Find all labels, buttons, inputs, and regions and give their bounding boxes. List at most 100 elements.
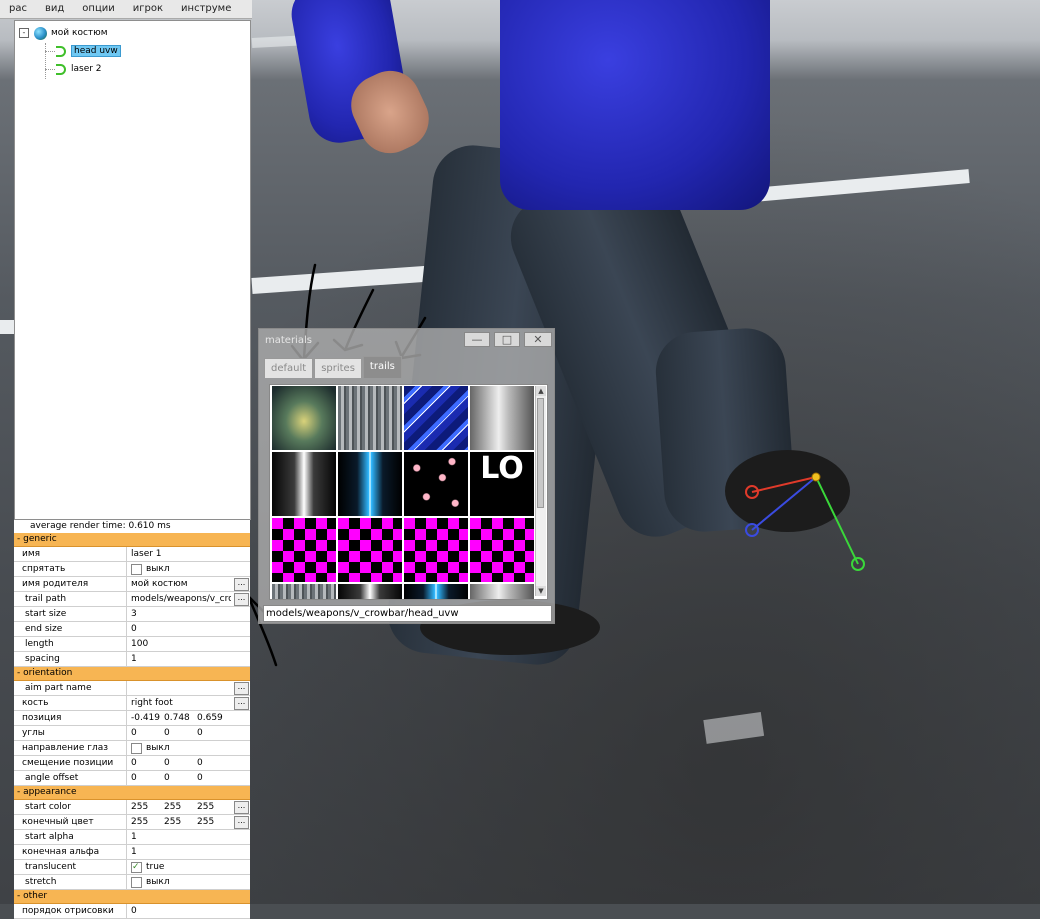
- start-color-picker-button[interactable]: ...: [234, 801, 249, 814]
- prop-value[interactable]: 3: [131, 607, 137, 621]
- material-thumbnail[interactable]: [470, 386, 534, 450]
- angle-r[interactable]: 0: [197, 726, 230, 740]
- end-color-b[interactable]: 255: [197, 815, 230, 829]
- maximize-button[interactable]: □: [494, 332, 520, 347]
- menu-item-view[interactable]: вид: [36, 0, 73, 18]
- prop-stretch: stretch выкл: [14, 875, 250, 890]
- prop-value[interactable]: 0: [131, 904, 137, 918]
- material-thumbnail[interactable]: [404, 584, 468, 599]
- material-thumbnail[interactable]: [404, 452, 468, 516]
- menu-item-player[interactable]: игрок: [124, 0, 172, 18]
- prop-value[interactable]: 0: [131, 622, 137, 636]
- position-x[interactable]: -0.419: [131, 711, 164, 725]
- section-orientation[interactable]: - orientation: [14, 667, 250, 681]
- material-thumbnail[interactable]: [404, 518, 468, 582]
- start-color-b[interactable]: 255: [197, 800, 230, 814]
- material-thumbnail[interactable]: [338, 584, 402, 599]
- materials-window: materials — □ ✕ default sprites trails L…: [258, 328, 555, 624]
- material-thumbnail[interactable]: [470, 584, 534, 599]
- stretch-checkbox[interactable]: [131, 876, 142, 888]
- tree-node-head-uvw[interactable]: head uvw: [55, 43, 121, 59]
- name-field[interactable]: laser 1: [127, 547, 250, 561]
- material-path-input[interactable]: models/weapons/v_crowbar/head_uvw: [263, 605, 552, 622]
- window-title: materials: [265, 335, 312, 346]
- close-button[interactable]: ✕: [524, 332, 552, 347]
- angle-p[interactable]: 0: [131, 726, 164, 740]
- prop-value[interactable]: 1: [131, 845, 137, 859]
- material-thumbnail[interactable]: [470, 518, 534, 582]
- material-thumbnail[interactable]: [338, 452, 402, 516]
- prop-position-offset: смещение позиции 000: [14, 756, 250, 771]
- tab-sprites[interactable]: sprites: [314, 358, 362, 378]
- scroll-down-icon[interactable]: ▼: [536, 586, 546, 596]
- section-other[interactable]: - other: [14, 890, 250, 904]
- render-time-label: average render time: 0.610 ms: [14, 520, 250, 533]
- trail-part-icon: [55, 63, 67, 75]
- prop-value[interactable]: models/weapons/v_crowbar/head_uvw: [131, 592, 231, 606]
- prop-length: length 100: [14, 637, 250, 652]
- character-jacket: [500, 0, 770, 210]
- translucent-checkbox[interactable]: [131, 860, 142, 874]
- prop-key: end size: [14, 622, 127, 636]
- prop-value[interactable]: 100: [131, 637, 148, 651]
- prop-value[interactable]: 1: [131, 652, 137, 666]
- position-z[interactable]: 0.659: [197, 711, 230, 725]
- prop-key: смещение позиции: [14, 756, 127, 770]
- parent-browse-button[interactable]: ...: [234, 578, 249, 591]
- material-thumbnail[interactable]: LO: [470, 452, 534, 516]
- position-offset-x[interactable]: 0: [131, 756, 164, 770]
- material-scrollbar[interactable]: ▲ ▼: [535, 386, 546, 596]
- material-thumbnail[interactable]: [272, 584, 336, 599]
- prop-value[interactable]: right foot: [131, 696, 173, 710]
- trail-path-browse-button[interactable]: ...: [234, 593, 249, 606]
- scroll-thumb[interactable]: [537, 398, 544, 508]
- eye-angles-checkbox[interactable]: [131, 742, 142, 754]
- prop-aim-part: aim part name ...: [14, 681, 250, 696]
- aim-part-browse-button[interactable]: ...: [234, 682, 249, 695]
- position-offset-y[interactable]: 0: [164, 756, 197, 770]
- prop-key: спрятать: [14, 562, 127, 576]
- material-thumbnail[interactable]: [338, 386, 402, 450]
- angle-y[interactable]: 0: [164, 726, 197, 740]
- start-color-r[interactable]: 255: [131, 800, 164, 814]
- tree-node-laser-2[interactable]: laser 2: [55, 61, 102, 77]
- material-thumbnail[interactable]: [272, 452, 336, 516]
- globe-icon: [34, 26, 47, 40]
- prop-value: выкл: [146, 877, 170, 887]
- end-color-r[interactable]: 255: [131, 815, 164, 829]
- section-generic[interactable]: - generic: [14, 533, 250, 547]
- position-y[interactable]: 0.748: [164, 711, 197, 725]
- menu-item-tools[interactable]: инструме: [172, 0, 240, 18]
- bone-browse-button[interactable]: ...: [234, 697, 249, 710]
- end-color-picker-button[interactable]: ...: [234, 816, 249, 829]
- prop-key: направление глаз: [14, 741, 127, 755]
- tree-node-root[interactable]: - мой костюм: [19, 25, 108, 41]
- collapse-toggle[interactable]: -: [19, 28, 29, 38]
- position-offset-z[interactable]: 0: [197, 756, 230, 770]
- material-thumbnail[interactable]: [404, 386, 468, 450]
- hide-checkbox[interactable]: [131, 563, 142, 575]
- angle-offset-r[interactable]: 0: [197, 771, 230, 785]
- prop-key: start alpha: [14, 830, 127, 844]
- scroll-up-icon[interactable]: ▲: [536, 386, 546, 396]
- angle-offset-p[interactable]: 0: [131, 771, 164, 785]
- tab-trails[interactable]: trails: [362, 356, 402, 378]
- menu-item-options[interactable]: опции: [73, 0, 123, 18]
- tree-node-label: мой костюм: [51, 28, 108, 38]
- angle-offset-y[interactable]: 0: [164, 771, 197, 785]
- start-color-g[interactable]: 255: [164, 800, 197, 814]
- prop-bone: кость right foot...: [14, 696, 250, 711]
- prop-value[interactable]: мой костюм: [131, 577, 188, 591]
- menu-item-pac[interactable]: рас: [0, 0, 36, 18]
- material-thumbnail[interactable]: [272, 518, 336, 582]
- minimize-button[interactable]: —: [464, 332, 490, 347]
- prop-value[interactable]: 1: [131, 830, 137, 844]
- tab-default[interactable]: default: [264, 358, 314, 378]
- end-color-g[interactable]: 255: [164, 815, 197, 829]
- section-appearance[interactable]: - appearance: [14, 786, 250, 800]
- prop-key: имя: [14, 547, 127, 561]
- material-thumbnail[interactable]: [338, 518, 402, 582]
- material-thumbnail[interactable]: [272, 386, 336, 450]
- prop-angle-offset: angle offset 000: [14, 771, 250, 786]
- menu-bar: рас вид опции игрок инструме: [0, 0, 252, 19]
